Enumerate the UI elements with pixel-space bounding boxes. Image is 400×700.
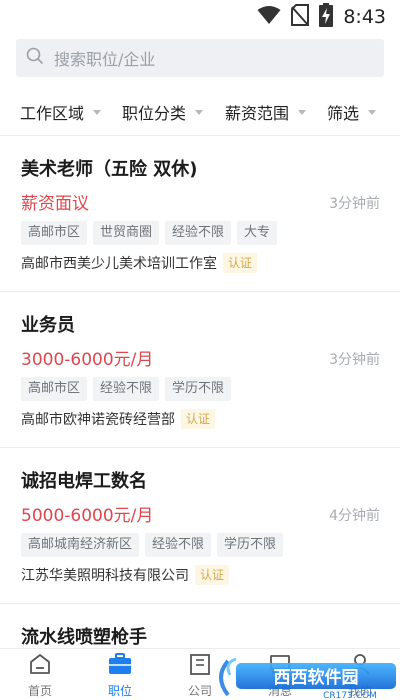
status-bar: 8:43 xyxy=(0,0,400,34)
job-salary: 5000-6000元/月 xyxy=(21,506,154,526)
filter-job-category[interactable]: 职位分类 xyxy=(122,100,204,124)
job-tag: 学历不限 xyxy=(217,533,284,557)
verified-badge: 认证 xyxy=(223,253,258,273)
job-tag: 世贸商圈 xyxy=(93,221,160,245)
job-tag: 学历不限 xyxy=(165,377,232,401)
job-posted-time: 3分钟前 xyxy=(329,196,380,212)
filter-label: 工作区域 xyxy=(20,104,85,123)
tab-label: 职位 xyxy=(107,684,132,698)
job-tags: 高邮城南经济新区 经验不限 学历不限 xyxy=(21,533,284,557)
job-tag: 高邮市区 xyxy=(21,377,88,401)
tab-label: 公司 xyxy=(187,684,212,698)
status-time: 8:43 xyxy=(343,6,386,28)
job-tag: 大专 xyxy=(237,221,278,245)
building-icon xyxy=(189,653,211,679)
no-sim-icon xyxy=(291,4,310,30)
job-posted-time: 3分钟前 xyxy=(329,352,380,368)
home-icon xyxy=(29,653,51,679)
job-tag: 高邮城南经济新区 xyxy=(21,533,140,557)
battery-charging-icon xyxy=(319,3,334,31)
filter-more[interactable]: 筛选 xyxy=(327,100,377,124)
tab-home[interactable]: 首页 xyxy=(10,653,70,699)
job-tag: 经验不限 xyxy=(93,377,160,401)
job-title: 流水线喷塑枪手 xyxy=(21,627,147,648)
filter-work-area[interactable]: 工作区域 xyxy=(20,100,102,124)
watermark-url: CR173.COM xyxy=(323,691,377,700)
job-company: 江苏华美照明科技有限公司 认证 xyxy=(21,565,230,585)
tab-jobs[interactable]: 职位 xyxy=(90,653,150,699)
caret-down-icon xyxy=(368,109,377,115)
tab-label: 首页 xyxy=(27,684,52,698)
company-name: 江苏华美照明科技有限公司 xyxy=(21,568,189,584)
job-tag: 经验不限 xyxy=(165,221,232,245)
wifi-icon xyxy=(257,5,281,29)
filter-bar: 工作区域 职位分类 薪资范围 筛选 xyxy=(0,88,400,136)
job-posted-time: 4分钟前 xyxy=(329,508,380,524)
verified-badge: 认证 xyxy=(195,565,230,585)
company-name: 高邮市欧神诺瓷砖经营部 xyxy=(21,412,175,428)
job-title: 业务员 xyxy=(21,315,75,336)
job-card[interactable]: 业务员 3000-6000元/月 3分钟前 高邮市区 经验不限 学历不限 高邮市… xyxy=(0,293,400,448)
filter-label: 薪资范围 xyxy=(225,104,290,123)
job-title: 美术老师（五险 双休) xyxy=(21,159,198,180)
search-placeholder: 搜索职位/企业 xyxy=(54,50,156,69)
filter-salary-range[interactable]: 薪资范围 xyxy=(225,100,307,124)
job-company: 高邮市西美少儿美术培训工作室 认证 xyxy=(21,253,258,273)
job-tags: 高邮市区 经验不限 学历不限 xyxy=(21,377,232,401)
search-icon xyxy=(26,47,44,69)
verified-badge: 认证 xyxy=(181,409,216,429)
caret-down-icon xyxy=(93,109,102,115)
job-tag: 经验不限 xyxy=(145,533,212,557)
caret-down-icon xyxy=(298,109,307,115)
job-card[interactable]: 流水线喷塑枪手 xyxy=(0,605,400,648)
job-salary: 薪资面议 xyxy=(21,194,89,214)
job-salary: 3000-6000元/月 xyxy=(21,350,154,370)
job-card[interactable]: 美术老师（五险 双休) 薪资面议 3分钟前 高邮市区 世贸商圈 经验不限 大专 … xyxy=(0,137,400,292)
search-input[interactable]: 搜索职位/企业 xyxy=(16,39,384,77)
job-card[interactable]: 诚招电焊工数名 5000-6000元/月 4分钟前 高邮城南经济新区 经验不限 … xyxy=(0,449,400,604)
watermark-logo: 西西软件园 CR173.COM xyxy=(210,655,398,700)
caret-down-icon xyxy=(195,109,204,115)
watermark-brand: 西西软件园 xyxy=(274,667,359,688)
job-company: 高邮市欧神诺瓷砖经营部 认证 xyxy=(21,409,216,429)
filter-label: 职位分类 xyxy=(122,104,187,123)
job-tag: 高邮市区 xyxy=(21,221,88,245)
job-tags: 高邮市区 世贸商圈 经验不限 大专 xyxy=(21,221,278,245)
company-name: 高邮市西美少儿美术培训工作室 xyxy=(21,256,217,272)
filter-label: 筛选 xyxy=(327,104,360,123)
job-title: 诚招电焊工数名 xyxy=(21,471,147,492)
briefcase-icon xyxy=(108,653,132,679)
